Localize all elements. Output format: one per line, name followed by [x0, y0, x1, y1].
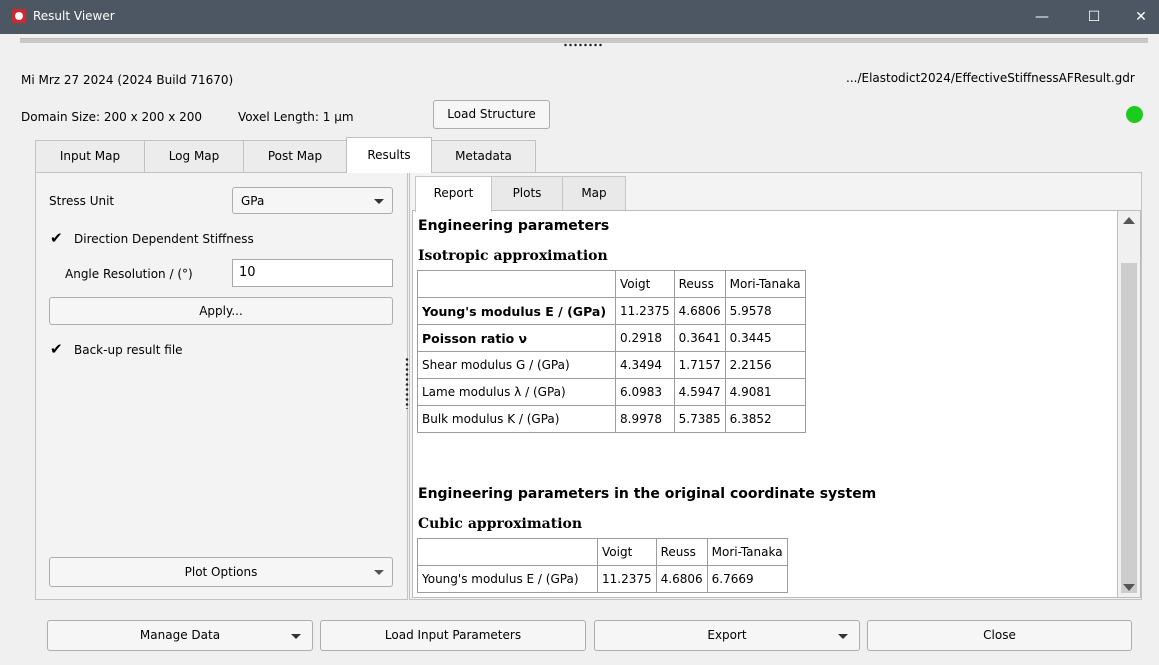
isotropic-table: Voigt Reuss Mori-Tanaka Young's modulus … — [417, 270, 806, 433]
table-header-cell: Mori-Tanaka — [724, 270, 806, 298]
table-cell: 5.9578 — [724, 297, 806, 325]
table-cell: Poisson ratio ν — [417, 324, 616, 352]
cubic-table: Voigt Reuss Mori-Tanaka Young's modulus … — [417, 538, 788, 593]
manage-data-label: Manage Data — [139, 628, 221, 642]
report-view[interactable]: Engineering parameters Isotropic approxi… — [412, 210, 1118, 598]
original-coordinate-heading: Engineering parameters in the original c… — [418, 486, 877, 502]
tab-map[interactable]: Map — [562, 176, 626, 210]
voxel-length-label: Voxel Length: 1 µm — [238, 110, 354, 124]
export-button[interactable]: Export — [594, 620, 860, 651]
version-label: Mi Mrz 27 2024 (2024 Build 71670) — [21, 73, 234, 87]
table-row: Lame modulus λ / (GPa) 6.0983 4.5947 4.9… — [417, 378, 806, 406]
export-label: Export — [707, 628, 747, 642]
table-cell: 5.7385 — [673, 405, 726, 433]
plot-options-button[interactable]: Plot Options — [49, 557, 393, 587]
table-row: Bulk modulus K / (GPa) 8.9978 5.7385 6.3… — [417, 405, 806, 433]
scroll-up-icon[interactable] — [1123, 217, 1135, 224]
table-row: Shear modulus G / (GPa) 4.3494 1.7157 2.… — [417, 351, 806, 379]
table-cell: 6.7669 — [706, 565, 788, 593]
table-cell: 6.0983 — [615, 378, 675, 406]
table-cell: Lame modulus λ / (GPa) — [417, 378, 616, 406]
domain-size-label: Domain Size: 200 x 200 x 200 — [21, 110, 203, 124]
tab-plots[interactable]: Plots — [491, 176, 563, 210]
load-input-parameters-button[interactable]: Load Input Parameters — [320, 620, 586, 651]
table-cell: 1.7157 — [673, 351, 726, 379]
chevron-down-icon — [838, 634, 848, 639]
table-cell: 4.9081 — [724, 378, 806, 406]
isotropic-heading: Isotropic approximation — [418, 248, 608, 264]
table-header-row: Voigt Reuss Mori-Tanaka — [417, 270, 806, 298]
minimize-button[interactable]: — — [1019, 0, 1065, 34]
splitter-handle-icon[interactable] — [563, 43, 603, 47]
app-icon — [12, 9, 26, 23]
tab-post-map[interactable]: Post Map — [243, 140, 347, 173]
table-header-row: Voigt Reuss Mori-Tanaka — [417, 538, 788, 566]
table-cell: 4.6806 — [655, 565, 708, 593]
chevron-down-icon — [291, 634, 301, 639]
table-cell: 11.2375 — [615, 297, 675, 325]
cubic-heading: Cubic approximation — [418, 516, 583, 532]
table-header-cell: Mori-Tanaka — [706, 538, 788, 566]
table-cell: 6.3852 — [724, 405, 806, 433]
apply-button[interactable]: Apply... — [49, 297, 393, 325]
direction-dependent-label: Direction Dependent Stiffness — [74, 232, 254, 246]
scroll-thumb[interactable] — [1121, 263, 1137, 593]
report-scrollbar[interactable] — [1118, 210, 1141, 598]
scroll-down-icon[interactable] — [1123, 584, 1135, 591]
chevron-down-icon — [374, 198, 384, 204]
table-header-cell — [417, 270, 616, 298]
plot-options-label: Plot Options — [184, 565, 258, 579]
table-cell: Young's modulus E / (GPa) — [417, 297, 616, 325]
table-cell: 8.9978 — [615, 405, 675, 433]
tab-metadata[interactable]: Metadata — [431, 140, 536, 173]
table-cell: 0.3641 — [673, 324, 726, 352]
table-header-cell — [417, 538, 598, 566]
table-cell: 11.2375 — [597, 565, 657, 593]
close-button[interactable]: Close — [867, 620, 1132, 651]
table-cell: 2.2156 — [724, 351, 806, 379]
tab-results[interactable]: Results — [346, 137, 432, 173]
table-cell: 4.6806 — [673, 297, 726, 325]
table-cell: Shear modulus G / (GPa) — [417, 351, 616, 379]
engineering-parameters-heading: Engineering parameters — [418, 218, 610, 234]
stress-unit-select[interactable]: GPa — [232, 187, 393, 214]
angle-resolution-label: Angle Resolution / (°) — [65, 267, 193, 281]
table-cell: 4.3494 — [615, 351, 675, 379]
stress-unit-value: GPa — [241, 194, 265, 208]
table-cell: Young's modulus E / (GPa) — [417, 565, 598, 593]
table-row: Young's modulus E / (GPa) 11.2375 4.6806… — [417, 297, 806, 325]
close-window-button[interactable]: ✕ — [1118, 0, 1159, 34]
load-structure-button[interactable]: Load Structure — [433, 100, 550, 129]
table-cell: Bulk modulus K / (GPa) — [417, 405, 616, 433]
table-row: Young's modulus E / (GPa) 11.2375 4.6806… — [417, 565, 788, 593]
table-cell: 4.5947 — [673, 378, 726, 406]
table-cell: 0.2918 — [615, 324, 675, 352]
manage-data-button[interactable]: Manage Data — [47, 620, 313, 651]
title-bar: Result Viewer — ☐ ✕ — [0, 0, 1159, 34]
direction-dependent-checkbox[interactable]: ✔ — [50, 231, 64, 246]
tab-report[interactable]: Report — [415, 176, 492, 212]
table-cell: 0.3445 — [724, 324, 806, 352]
chevron-down-icon — [374, 570, 384, 575]
stress-unit-label: Stress Unit — [49, 194, 115, 208]
backup-label: Back-up result file — [74, 343, 183, 357]
backup-checkbox[interactable]: ✔ — [50, 342, 64, 357]
tab-input-map[interactable]: Input Map — [35, 140, 145, 173]
maximize-button[interactable]: ☐ — [1071, 0, 1117, 34]
table-header-cell: Reuss — [673, 270, 726, 298]
table-header-cell: Reuss — [655, 538, 708, 566]
table-header-cell: Voigt — [615, 270, 675, 298]
table-row: Poisson ratio ν 0.2918 0.3641 0.3445 — [417, 324, 806, 352]
file-path-label: .../Elastodict2024/EffectiveStiffnessAFR… — [846, 71, 1135, 85]
tab-log-map[interactable]: Log Map — [144, 140, 244, 173]
status-indicator — [1126, 106, 1143, 123]
table-header-cell: Voigt — [597, 538, 657, 566]
window-title: Result Viewer — [33, 9, 115, 23]
angle-resolution-input[interactable]: 10 — [232, 259, 393, 287]
